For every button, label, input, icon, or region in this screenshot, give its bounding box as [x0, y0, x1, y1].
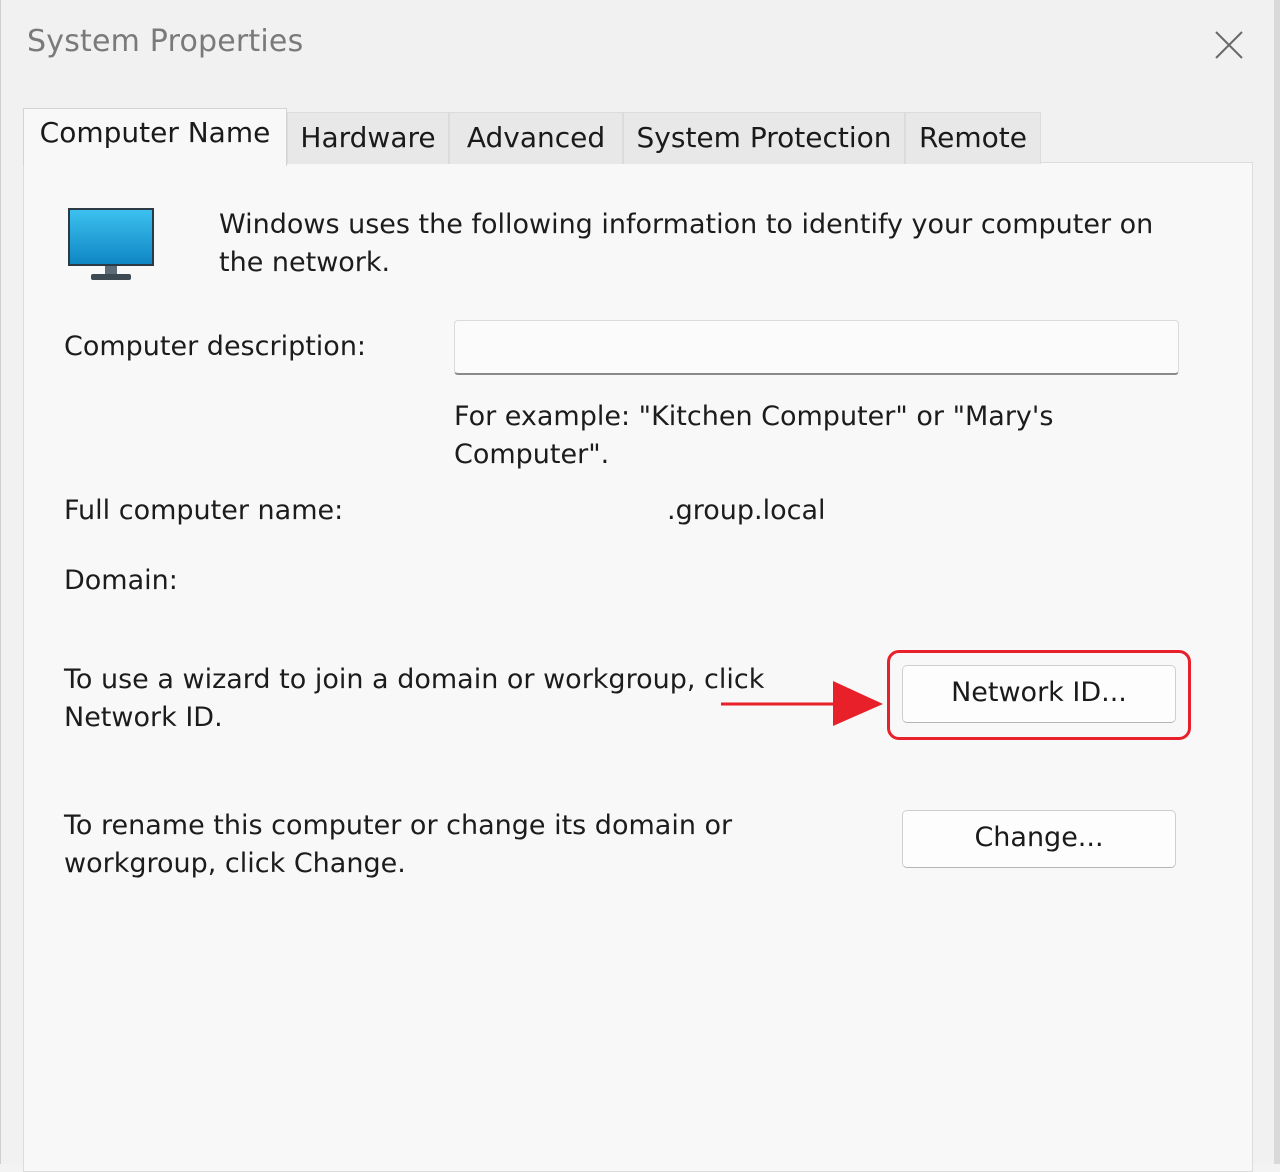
computer-description-label: Computer description:	[64, 331, 367, 362]
close-button[interactable]	[1197, 14, 1261, 74]
tab-system-protection[interactable]: System Protection	[623, 112, 905, 164]
computer-description-input[interactable]	[454, 320, 1179, 375]
red-arrow-annotation	[721, 681, 883, 726]
window-edge	[1274, 0, 1280, 1164]
full-computer-name-value: .group.local	[667, 495, 826, 526]
intro-text-line2: the network.	[219, 247, 391, 278]
rename-text-line1: To rename this computer or change its do…	[64, 810, 733, 841]
close-icon	[1215, 31, 1243, 59]
rename-text-line2: workgroup, click Change.	[64, 848, 406, 879]
tab-hardware[interactable]: Hardware	[287, 112, 449, 164]
tab-strip: Computer Name Hardware Advanced System P…	[23, 108, 1053, 166]
full-computer-name-label: Full computer name:	[64, 495, 344, 526]
tab-computer-name[interactable]: Computer Name	[23, 108, 287, 166]
title-bar: System Properties	[1, 0, 1280, 92]
system-properties-window: System Properties Computer Name Hardware…	[0, 0, 1280, 1172]
monitor-icon	[68, 208, 154, 280]
description-hint-line2: Computer".	[454, 439, 610, 470]
tab-remote[interactable]: Remote	[905, 112, 1041, 164]
tab-advanced[interactable]: Advanced	[449, 112, 623, 164]
window-title: System Properties	[27, 24, 304, 59]
network-id-text-line2: Network ID.	[64, 702, 223, 733]
description-hint-line1: For example: "Kitchen Computer" or "Mary…	[454, 401, 1054, 432]
intro-text-line1: Windows uses the following information t…	[219, 209, 1154, 240]
domain-label: Domain:	[64, 565, 178, 596]
network-id-button[interactable]: Network ID...	[902, 665, 1176, 723]
network-id-text-line1: To use a wizard to join a domain or work…	[64, 664, 765, 695]
change-button[interactable]: Change...	[902, 810, 1176, 868]
